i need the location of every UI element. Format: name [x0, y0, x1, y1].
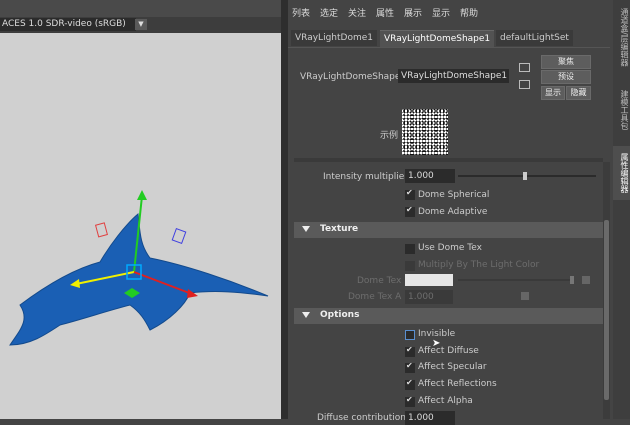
collapse-triangle-icon: [302, 312, 310, 318]
affect-specular-label: Affect Specular: [418, 362, 487, 372]
scrollbar-thumb[interactable]: [604, 220, 609, 400]
multiply-checkbox[interactable]: [405, 261, 415, 271]
use-dome-tex-checkbox[interactable]: [405, 244, 415, 254]
invisible-checkbox[interactable]: [405, 330, 415, 340]
sidebar-tab-attribute-editor[interactable]: 属性编辑器: [613, 146, 630, 200]
multiply-label: Multiply By The Light Color: [418, 260, 540, 270]
focus-output-icon[interactable]: [519, 80, 530, 89]
chevron-down-icon[interactable]: ▼: [135, 19, 147, 30]
affect-reflections-checkbox[interactable]: [405, 378, 415, 390]
options-section-header[interactable]: Options: [294, 308, 603, 324]
intensity-label: Intensity multiplier: [323, 172, 408, 182]
diffuse-contribution-field[interactable]: 1.000: [405, 411, 455, 425]
tab-underline: [288, 47, 610, 48]
dome-adaptive-label: Dome Adaptive: [418, 207, 488, 217]
affect-alpha-label: Affect Alpha: [418, 396, 473, 406]
dome-adaptive-checkbox[interactable]: [405, 205, 415, 217]
shape-label: VRayLightDomeShape:: [300, 72, 404, 82]
viewport-scene[interactable]: [0, 0, 281, 419]
menu-display[interactable]: 显示: [432, 6, 450, 19]
viewport-toolbar: [0, 0, 281, 17]
presets-button[interactable]: 预设: [541, 70, 591, 84]
dome-tex-color-swatch[interactable]: [405, 274, 453, 286]
sidebar-tab-channel-box[interactable]: 通道盒/层编辑器: [613, 4, 630, 70]
sample-swatch: [402, 109, 448, 155]
diffuse-contribution-label: Diffuse contribution: [317, 413, 406, 423]
use-dome-tex-label: Use Dome Tex: [418, 243, 482, 253]
affect-specular-checkbox[interactable]: [405, 361, 415, 373]
checker-map-icon[interactable]: [521, 292, 529, 300]
menu-show[interactable]: 展示: [404, 6, 422, 19]
texture-section-header[interactable]: Texture: [294, 222, 603, 238]
dome-tex-label: Dome Tex: [357, 276, 402, 286]
affect-diffuse-checkbox[interactable]: [405, 345, 415, 357]
dome-tex-a-label: Dome Tex A: [348, 292, 402, 302]
dome-tex-a-field[interactable]: 1.000: [405, 290, 453, 304]
intensity-field[interactable]: 1.000: [405, 169, 455, 183]
dome-tex-slider[interactable]: [458, 279, 572, 281]
menubar: 列表 选定 关注 属性 展示 显示 帮助: [288, 0, 610, 24]
checker-map-icon[interactable]: [582, 276, 590, 284]
focus-input-icon[interactable]: [519, 63, 530, 72]
menu-list[interactable]: 列表: [292, 6, 310, 19]
panel-divider[interactable]: [281, 0, 288, 419]
tab-vraylightdomeshape1[interactable]: VRayLightDomeShape1: [380, 30, 495, 47]
sample-label: 示例: [380, 131, 399, 141]
sidebar-tab-modeling-toolkit[interactable]: 建模工具包: [613, 84, 630, 136]
shape-name-field[interactable]: VRayLightDomeShape1: [398, 69, 509, 83]
affect-diffuse-label: Affect Diffuse: [418, 346, 479, 356]
intensity-slider[interactable]: [458, 175, 596, 177]
viewport[interactable]: [0, 0, 281, 419]
options-section-title: Options: [320, 310, 360, 320]
dome-spherical-checkbox[interactable]: [405, 188, 415, 200]
affect-reflections-label: Affect Reflections: [418, 379, 497, 389]
colorspace-select[interactable]: ACES 1.0 SDR-video (sRGB): [0, 18, 136, 31]
menu-help[interactable]: 帮助: [460, 6, 478, 19]
dome-spherical-label: Dome Spherical: [418, 190, 490, 200]
texture-section-title: Texture: [320, 224, 359, 234]
node-tabs: VRayLightDome1 VRayLightDomeShape1 defau…: [288, 30, 610, 47]
collapse-triangle-icon: [302, 226, 310, 232]
tab-defaultlightset[interactable]: defaultLightSet: [496, 30, 573, 46]
dome-tex-slider-handle[interactable]: [570, 276, 574, 284]
hide-button[interactable]: 隐藏: [566, 86, 591, 100]
intensity-slider-handle[interactable]: [523, 172, 527, 180]
focus-button[interactable]: 聚焦: [541, 55, 591, 69]
tab-vraylightdome1[interactable]: VRayLightDome1: [291, 30, 377, 46]
menu-attributes[interactable]: 属性: [376, 6, 394, 19]
show-button[interactable]: 显示: [541, 86, 565, 100]
menu-focus[interactable]: 关注: [348, 6, 366, 19]
menu-selected[interactable]: 选定: [320, 6, 338, 19]
section-separator: [294, 158, 603, 162]
affect-alpha-checkbox[interactable]: [405, 395, 415, 407]
